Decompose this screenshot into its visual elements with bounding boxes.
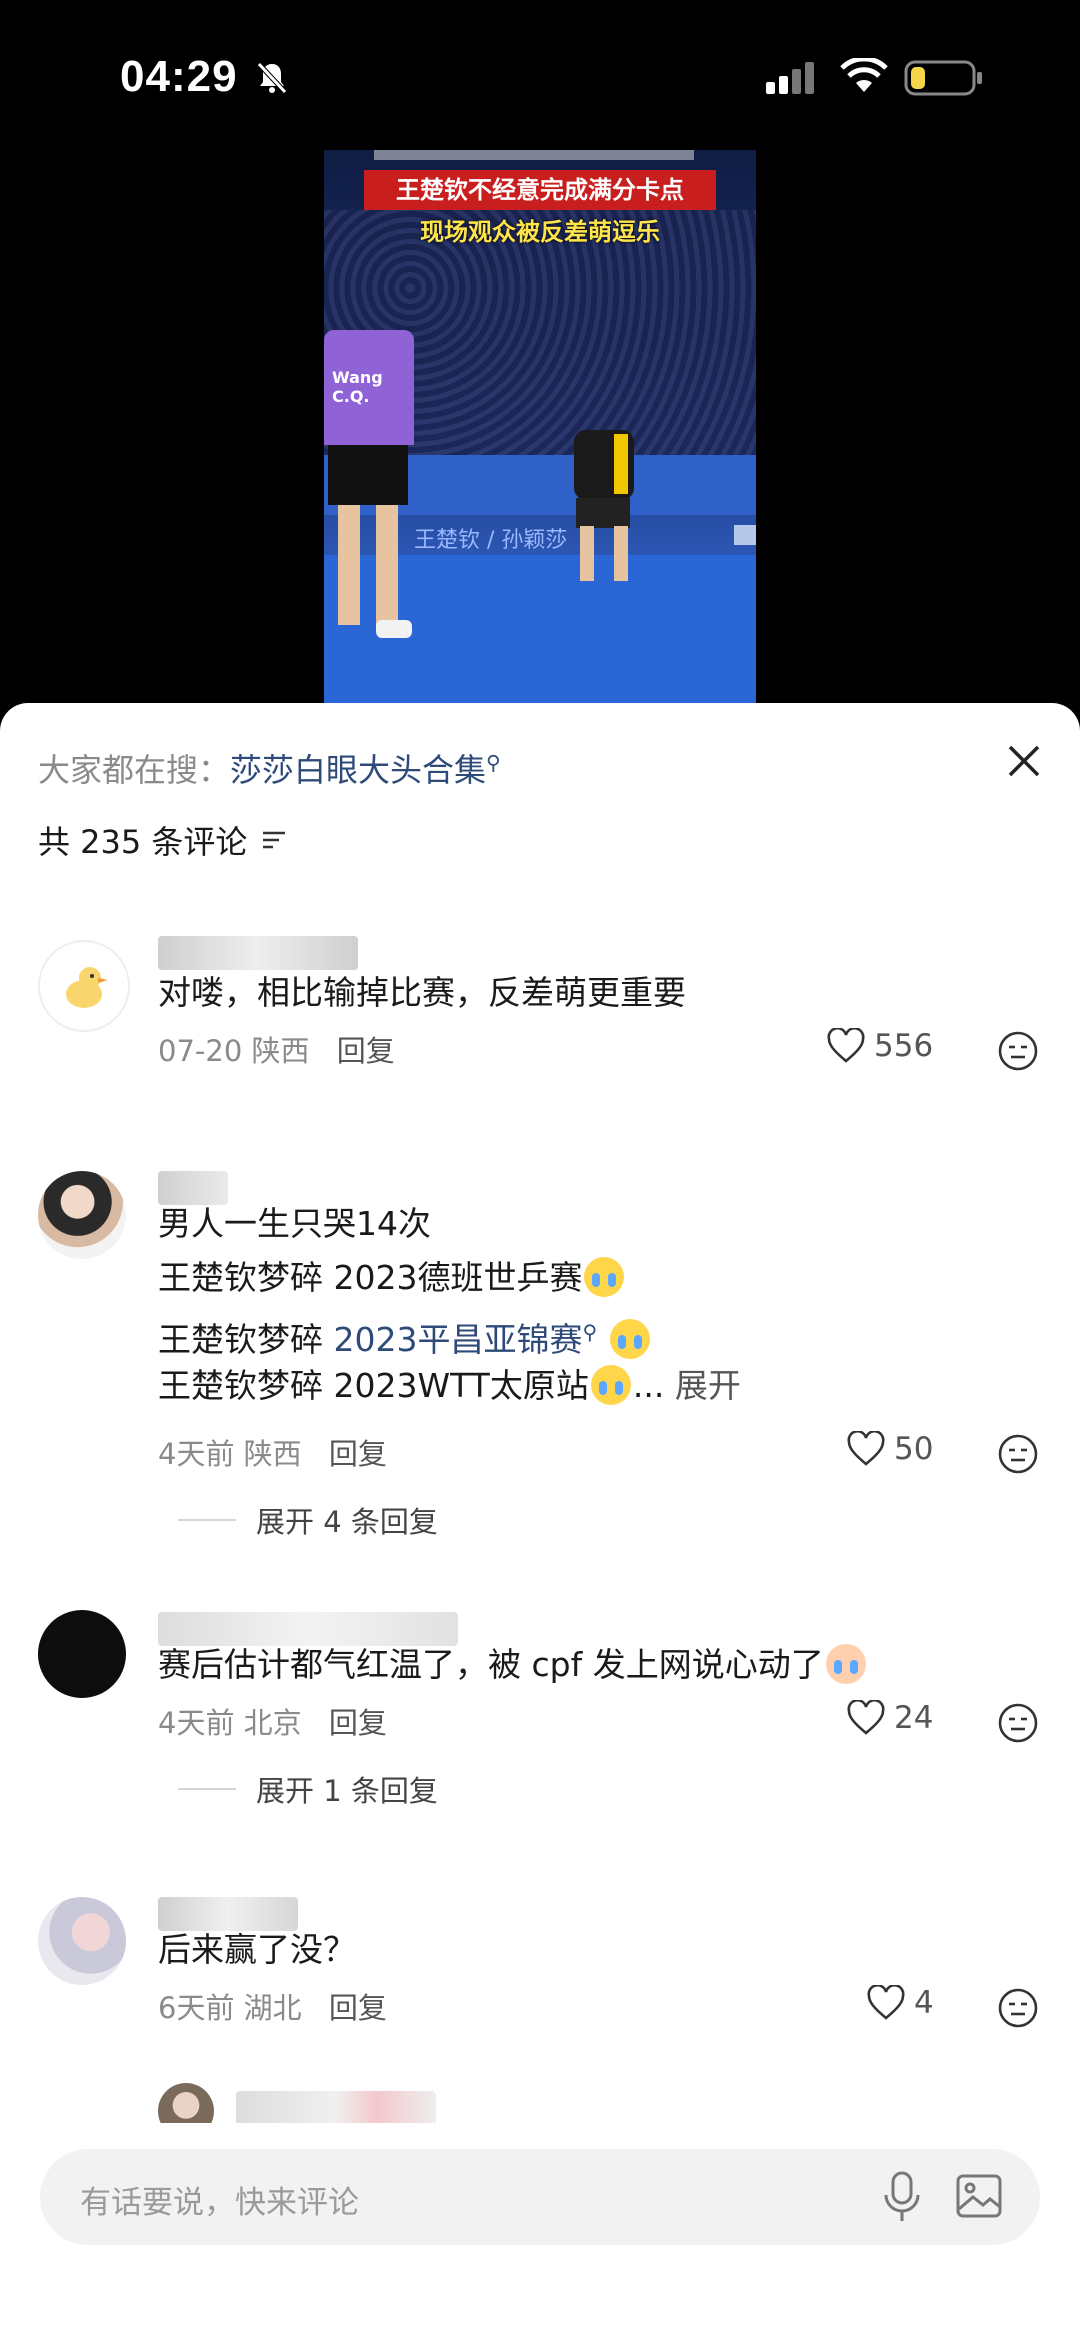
reply-button[interactable]: 回复 [329,1437,387,1471]
avatar[interactable] [38,1610,126,1698]
comment-text-line: 男人一生只哭14次 [158,1204,431,1243]
comment-meta: 6天前 湖北 回复 [158,1985,387,2027]
tearful-emoji-icon [825,1644,866,1684]
comment-date: 4天前 [158,1437,235,1471]
comment-text: 后来赢了没？ [158,1930,356,1969]
crying-emoji-icon [609,1319,650,1359]
comment-search-link[interactable]: 2023平昌亚锦赛 [334,1320,583,1359]
crying-emoji-icon [590,1365,631,1405]
comment-text-segment: 王楚钦梦碎 [158,1320,334,1359]
like-count: 4 [914,1985,934,2021]
comment-text-segment: 王楚钦梦碎 2023德班世乒赛 [158,1258,583,1297]
avatar[interactable] [38,940,130,1032]
search-icon: ⚲ [582,1320,598,1344]
expand-replies-label: 展开 1 条回复 [256,1774,438,1808]
avatar[interactable] [158,2083,214,2123]
comment-count-row: 共 235 条评论 [38,817,289,863]
status-bar: 04:29 [0,0,1080,150]
wifi-icon [840,58,888,92]
heart-icon [867,1985,905,2020]
comment-count: 共 235 条评论 [38,823,248,861]
like-count: 556 [874,1028,934,1064]
duck-avatar-icon [66,967,108,1008]
image-icon[interactable] [955,2173,1003,2219]
mute-bell-icon [257,62,287,94]
like-button[interactable]: 50 [846,1431,933,1467]
comment-sheet: 大家都在搜：莎莎白眼大头合集⚲ 共 235 条评论 对喽，相比输掉比赛，反差萌更… [0,703,1080,2347]
trending-search-keyword[interactable]: 莎莎白眼大头合集 [230,751,486,789]
comment-text-line: 王楚钦梦碎 2023WTT太原站... 展开 [158,1359,741,1413]
microphone-icon[interactable] [880,2171,924,2223]
player-name-tag: Wang C.Q. [332,368,383,406]
username-redacted [236,2091,436,2123]
like-button[interactable]: 24 [846,1700,933,1736]
comment-text-line: 王楚钦梦碎 2023德班世乒赛 [158,1251,626,1305]
video-player-figure-left: Wang C.Q. [324,330,414,650]
crying-emoji-icon [584,1257,625,1297]
expand-replies-label: 展开 4 条回复 [256,1505,438,1539]
trending-search[interactable]: 大家都在搜：莎莎白眼大头合集⚲ [38,745,501,791]
expand-replies-button[interactable]: 展开 1 条回复 [178,1768,438,1810]
comment-date: 4天前 [158,1706,235,1740]
reply-button[interactable]: 回复 [329,1991,387,2025]
comment-input[interactable]: 有话要说，快来评论 [80,2177,359,2222]
divider [178,1788,236,1790]
comment-meta: 07-20 陕西 回复 [158,1028,395,1070]
like-button[interactable]: 556 [826,1028,933,1064]
comment-text-line: 赛后估计都气红温了，被 cpf 发上网说心动了 [158,1638,868,1692]
comment-location: 陕西 [243,1437,302,1471]
like-button[interactable]: 4 [866,1985,934,2021]
reply-button[interactable]: 回复 [329,1706,387,1740]
avatar[interactable] [38,1897,126,1985]
comment-location: 湖北 [243,1991,302,2025]
comment-date: 6天前 [158,1991,235,2025]
comment-date: 07-20 [158,1034,243,1068]
sort-icon[interactable] [259,825,289,855]
heart-icon [847,1700,885,1735]
comment-text-line: 王楚钦梦碎 2023平昌亚锦赛⚲ [158,1305,652,1367]
dislike-face-icon[interactable] [997,1030,1039,1072]
comment-text-segment: 王楚钦梦碎 2023WTT太原站 [158,1366,589,1405]
video-player-figure-right [574,430,634,590]
heart-icon [827,1028,865,1063]
divider [178,1519,236,1521]
dislike-face-icon[interactable] [997,1702,1039,1744]
comment-ellipsis: ... [632,1366,665,1405]
comment-text: 赛后估计都气红温了，被 cpf 发上网说心动了 [158,1645,824,1684]
expand-replies-button[interactable]: 展开 4 条回复 [178,1499,438,1541]
comment-meta: 4天前 陕西 回复 [158,1431,387,1473]
like-count: 50 [894,1431,934,1467]
expand-comment-button[interactable]: 展开 [675,1366,741,1405]
comment-location: 北京 [243,1706,302,1740]
trending-search-prefix: 大家都在搜： [38,751,231,789]
like-count: 24 [894,1700,934,1736]
username-redacted [158,936,358,970]
video-caption-line1: 王楚钦不经意完成满分卡点 [364,170,716,210]
comment-meta: 4天前 北京 回复 [158,1700,387,1742]
reply-button[interactable]: 回复 [337,1034,395,1068]
cellular-signal-icon [766,62,814,94]
search-icon: ⚲ [486,750,501,775]
comment-text: 对喽，相比输掉比赛，反差萌更重要 [158,973,686,1012]
video-player[interactable]: 王楚钦 / 孙颖莎 王楚钦不经意完成满分卡点 现场观众被反差萌逗乐 Wang C… [324,150,756,705]
dislike-face-icon[interactable] [997,1987,1039,2029]
video-table-edge [734,525,756,545]
comment-input-bar[interactable]: 有话要说，快来评论 [40,2149,1040,2245]
dislike-face-icon[interactable] [997,1433,1039,1475]
reply-item-partial [0,2083,1080,2123]
video-caption-line2: 现场观众被反差萌逗乐 [420,218,660,246]
heart-icon [847,1431,885,1466]
battery-low-icon [904,60,982,96]
comment-location: 陕西 [251,1034,310,1068]
video-board-text: 王楚钦 / 孙颖莎 [414,528,568,553]
status-time: 04:29 [120,52,238,101]
close-icon[interactable] [1004,741,1044,781]
video-title-cropped [374,150,694,160]
avatar[interactable] [38,1171,126,1259]
